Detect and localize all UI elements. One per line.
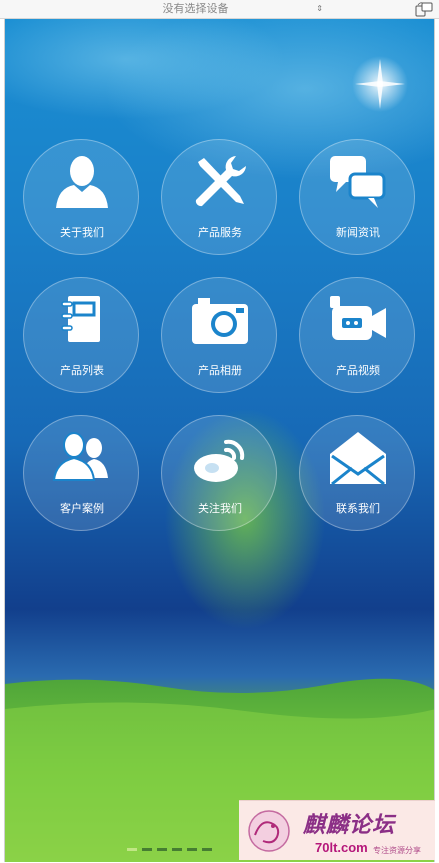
menu-label: 关于我们 (60, 226, 104, 239)
select-arrows-icon: ⇕ (316, 4, 323, 13)
menu-label: 产品相册 (198, 364, 242, 377)
weibo-icon (194, 439, 245, 482)
device-toolbar: 没有选择设备 ⇕ (0, 0, 439, 19)
phone-screen: 关于我们 产品服务 新闻资讯 产品列表 产品相册 产品视频 客户案例 关注我们 … (4, 19, 435, 862)
menu-label: 客户案例 (60, 502, 104, 515)
menu-label: 产品服务 (198, 226, 242, 239)
dragon-seal-icon (248, 810, 290, 852)
watermark-slogan: 专注资源分享 (373, 846, 421, 855)
menu-item-product-services[interactable]: 产品服务 (161, 139, 277, 255)
envelope-icon (330, 432, 386, 486)
rotate-device-icon[interactable] (415, 2, 433, 17)
menu-item-product-list[interactable]: 产品列表 (23, 277, 139, 393)
menu-label: 关注我们 (198, 502, 242, 515)
menu-item-contact-us[interactable]: 联系我们 (299, 415, 415, 531)
watermark-logo: 麒麟论坛 70lt.com 专注资源分享 (239, 800, 435, 860)
menu-grid: 关于我们 产品服务 新闻资讯 产品列表 产品相册 产品视频 客户案例 关注我们 … (5, 19, 434, 862)
page-dot[interactable] (172, 848, 182, 851)
menu-item-customer-cases[interactable]: 客户案例 (23, 415, 139, 531)
page-dot[interactable] (202, 848, 212, 851)
tools-icon (195, 156, 246, 207)
menu-item-product-video[interactable]: 产品视频 (299, 277, 415, 393)
menu-label: 产品列表 (60, 364, 104, 377)
menu-label: 产品视频 (336, 364, 380, 377)
user-icon (56, 156, 108, 208)
users-icon (52, 432, 108, 481)
camera-icon (192, 298, 248, 344)
page-dot[interactable] (142, 848, 152, 851)
video-camera-icon (330, 296, 386, 340)
page-dot[interactable] (127, 848, 137, 851)
page-dot[interactable] (157, 848, 167, 851)
page-dot[interactable] (187, 848, 197, 851)
notebook-icon (61, 296, 100, 342)
chat-bubbles-icon (330, 156, 386, 208)
menu-label: 新闻资讯 (336, 226, 380, 239)
watermark-title: 麒麟论坛 (303, 812, 396, 838)
menu-item-follow-us[interactable]: 关注我们 (161, 415, 277, 531)
menu-item-about-us[interactable]: 关于我们 (23, 139, 139, 255)
device-select-value: 没有选择设备 (162, 3, 229, 15)
menu-item-news[interactable]: 新闻资讯 (299, 139, 415, 255)
device-select[interactable]: 没有选择设备 ⇕ (68, 1, 324, 17)
watermark-site: 70lt.com (315, 840, 368, 855)
menu-item-product-album[interactable]: 产品相册 (161, 277, 277, 393)
menu-label: 联系我们 (336, 502, 380, 515)
